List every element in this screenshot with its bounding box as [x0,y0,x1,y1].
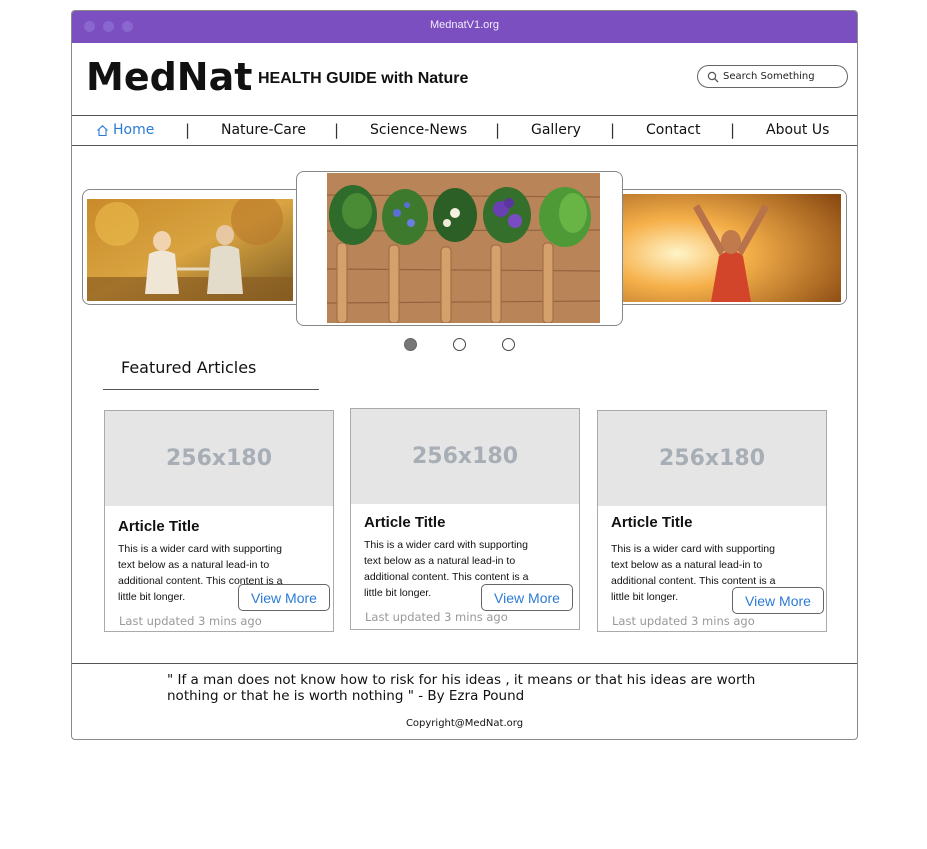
search-box[interactable] [697,65,848,88]
carousel-indicators [404,338,515,351]
search-icon [707,71,719,82]
couple-walking-image [87,199,293,301]
herbs-on-spoons-image [327,173,600,323]
card-thumbnail: 256x180 [598,411,826,506]
nav-item-nature-care[interactable]: Nature-Care [221,122,306,138]
site-tagline: HEALTH GUIDE with Nature [258,70,469,87]
card-thumbnail: 256x180 [105,411,333,506]
card-updated-time: Last updated 3 mins ago [612,614,755,628]
card-title: Article Title [611,514,693,531]
view-more-button[interactable]: View More [481,584,573,611]
nav-item-label: Home [113,122,155,138]
nav-separator: | [334,121,340,139]
slide-man-sunset[interactable] [623,194,841,302]
browser-window: MednatV1.org MedNat HEALTH GUIDE with Na… [71,10,858,740]
section-divider [103,389,319,390]
copyright-text: Copyright@MedNat.org [405,718,524,729]
carousel-indicator-3[interactable] [502,338,515,351]
nav-separator: | [610,121,616,139]
carousel-indicator-2[interactable] [453,338,466,351]
nav-item-about-us[interactable]: About Us [766,122,829,138]
nav-separator: | [495,121,501,139]
card-title: Article Title [118,518,200,535]
title-bar: MednatV1.org [72,11,857,43]
home-icon [97,124,108,136]
card-updated-time: Last updated 3 mins ago [119,614,262,628]
man-arms-raised-image [623,194,841,302]
search-input[interactable] [723,71,838,82]
featured-articles-heading: Featured Articles [121,358,257,377]
view-more-button[interactable]: View More [732,587,824,614]
view-more-button[interactable]: View More [238,584,330,611]
nav-item-contact[interactable]: Contact [646,122,700,138]
window-title: MednatV1.org [429,19,500,31]
slide-herbs[interactable] [327,173,600,323]
footer-quote: " If a man does not know how to risk for… [167,672,756,704]
article-card: 256x180 Article Title This is a wider ca… [350,408,580,630]
article-card: 256x180 Article Title This is a wider ca… [597,410,827,632]
footer-divider [72,663,857,664]
site-header: MedNat HEALTH GUIDE with Nature [72,43,857,115]
nav-item-gallery[interactable]: Gallery [531,122,581,138]
site-logo[interactable]: MedNat [86,55,252,99]
nav-separator: | [185,121,191,139]
main-nav: Home | Nature-Care | Science-News | Gall… [72,115,857,146]
card-title: Article Title [364,514,446,531]
nav-item-science-news[interactable]: Science-News [370,122,467,138]
card-thumbnail: 256x180 [351,409,579,504]
slide-couple-walking[interactable] [87,199,293,301]
image-carousel [72,146,857,351]
card-updated-time: Last updated 3 mins ago [365,610,508,624]
carousel-indicator-1[interactable] [404,338,417,351]
article-card: 256x180 Article Title This is a wider ca… [104,410,334,632]
nav-separator: | [730,121,736,139]
nav-item-home[interactable]: Home [96,122,154,138]
